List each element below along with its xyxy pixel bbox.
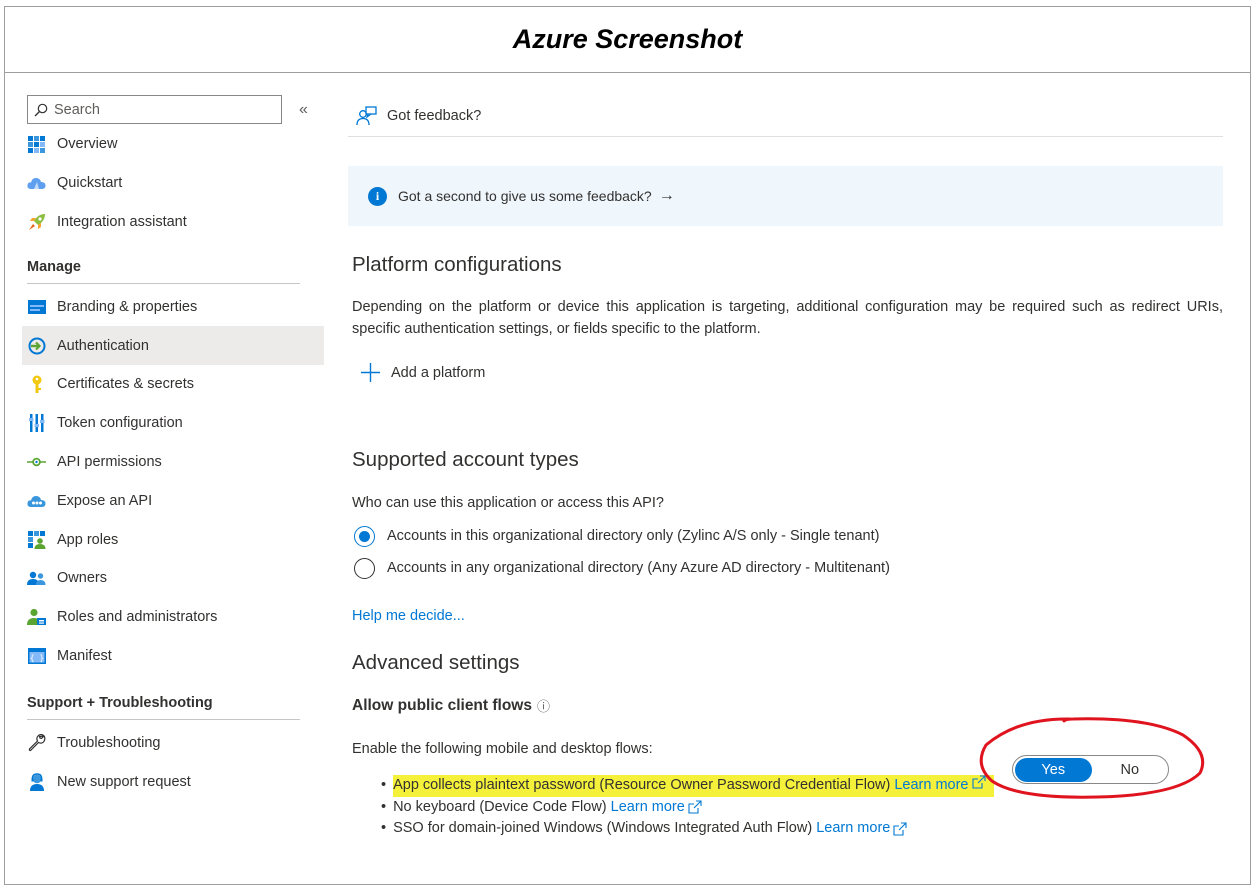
radio-label: Accounts in this organizational director… — [387, 528, 880, 544]
public-client-flows-toggle[interactable]: Yes No — [1012, 755, 1169, 784]
key-icon — [27, 375, 46, 394]
wrench-icon — [27, 733, 46, 752]
public-client-flows-row: Allow public client flows ⓘ — [352, 696, 1223, 715]
sidebar-item-token-configuration[interactable]: Token configuration — [22, 404, 324, 443]
sidebar-item-authentication[interactable]: Authentication — [22, 326, 324, 365]
search-row: Search « — [27, 95, 324, 124]
manifest-icon: { } — [27, 646, 46, 665]
platform-description: Depending on the platform or device this… — [352, 299, 1223, 337]
svg-text:{ }: { } — [29, 653, 43, 662]
cloud-api-icon — [27, 491, 46, 510]
sidebar-item-label: Certificates & secrets — [57, 376, 194, 393]
sidebar-item-label: App roles — [57, 531, 119, 548]
public-client-flows-label: Allow public client flows — [352, 696, 532, 714]
sidebar-item-label: Troubleshooting — [57, 734, 161, 751]
info-icon: i — [368, 186, 387, 206]
external-link-icon — [893, 822, 907, 836]
sidebar-item-new-support-request[interactable]: New support request — [22, 762, 324, 801]
sidebar-item-label: API permissions — [57, 453, 162, 470]
rocket-icon — [27, 212, 46, 231]
help-me-decide-link[interactable]: Help me decide... — [352, 608, 1223, 624]
search-placeholder: Search — [54, 101, 100, 118]
sidebar-item-overview[interactable]: Overview — [22, 125, 324, 164]
learn-more-link[interactable]: Learn more — [611, 797, 685, 819]
advanced-settings-heading: Advanced settings — [352, 651, 520, 674]
sidebar-item-troubleshooting[interactable]: Troubleshooting — [22, 723, 324, 762]
feedback-button[interactable]: Got feedback? — [348, 95, 1223, 137]
sidebar-item-app-roles[interactable]: App roles — [22, 520, 324, 559]
branding-icon — [27, 297, 46, 316]
plus-icon — [361, 363, 380, 382]
sidebar-item-integration-assistant[interactable]: Integration assistant — [22, 203, 324, 242]
platform-heading: Platform configurations — [352, 253, 562, 276]
sidebar-item-api-permissions[interactable]: API permissions — [22, 443, 324, 482]
sidebar-item-label: Integration assistant — [57, 213, 187, 230]
sidebar: Search « Overview Quickstart Integration… — [22, 95, 324, 801]
banner-text: Got a second to give us some feedback? — [398, 188, 652, 204]
sidebar-item-label: Token configuration — [57, 415, 183, 432]
learn-more-link[interactable]: Learn more — [816, 818, 890, 840]
feedback-banner[interactable]: i Got a second to give us some feedback?… — [348, 166, 1223, 226]
token-icon — [27, 414, 46, 433]
radio-single-tenant[interactable]: Accounts in this organizational director… — [352, 520, 1223, 552]
external-link-icon — [688, 800, 702, 814]
feedback-label: Got feedback? — [387, 107, 482, 124]
search-icon — [34, 103, 48, 116]
sidebar-item-label: Branding & properties — [57, 298, 198, 315]
authentication-icon — [27, 336, 46, 355]
cloud-icon — [27, 174, 46, 193]
sidebar-item-manifest[interactable]: { } Manifest — [22, 637, 324, 676]
account-types-question: Who can use this application or access t… — [352, 495, 664, 511]
grid-icon — [27, 135, 46, 154]
roles-icon — [27, 608, 46, 627]
main-content: Got feedback? i Got a second to give us … — [348, 95, 1223, 840]
search-input[interactable]: Search — [27, 95, 282, 124]
sidebar-item-label: New support request — [57, 773, 191, 790]
flow-text: App collects plaintext password (Resourc… — [393, 777, 891, 793]
feedback-icon — [356, 105, 377, 125]
sidebar-item-quickstart[interactable]: Quickstart — [22, 164, 324, 203]
collapse-sidebar-icon[interactable]: « — [299, 101, 308, 119]
sidebar-item-label: Overview — [57, 136, 118, 153]
highlighted-flow: App collects plaintext password (Resourc… — [393, 775, 994, 797]
section-divider — [27, 283, 300, 285]
support-heading: Support + Troubleshooting — [27, 695, 213, 712]
radio-multitenant[interactable]: Accounts in any organizational directory… — [352, 552, 1223, 584]
section-divider — [27, 719, 300, 721]
add-platform-label: Add a platform — [391, 364, 486, 381]
sidebar-item-label: Expose an API — [57, 492, 153, 509]
api-permissions-icon — [27, 452, 46, 471]
sidebar-item-label: Roles and administrators — [57, 609, 218, 626]
support-person-icon — [27, 772, 46, 791]
toggle-no[interactable]: No — [1092, 758, 1169, 782]
sidebar-item-expose-api[interactable]: Expose an API — [22, 481, 324, 520]
owners-icon — [27, 569, 46, 588]
sidebar-item-owners[interactable]: Owners — [22, 559, 324, 598]
sidebar-item-label: Authentication — [57, 337, 149, 354]
add-platform-button[interactable]: Add a platform — [361, 363, 1223, 382]
radio-button-selected[interactable] — [354, 525, 375, 547]
learn-more-link[interactable]: Learn more — [894, 777, 968, 793]
toggle-yes[interactable]: Yes — [1015, 757, 1092, 782]
account-types-heading: Supported account types — [352, 448, 579, 471]
sidebar-item-certificates[interactable]: Certificates & secrets — [22, 365, 324, 404]
info-tooltip-icon[interactable]: ⓘ — [537, 696, 550, 715]
sidebar-item-label: Quickstart — [57, 175, 123, 192]
sidebar-item-label: Owners — [57, 570, 107, 587]
radio-label: Accounts in any organizational directory… — [387, 560, 890, 576]
sidebar-item-label: Manifest — [57, 647, 112, 664]
app-roles-icon — [27, 530, 46, 549]
manage-heading: Manage — [27, 259, 81, 276]
arrow-right-icon: → — [658, 187, 675, 204]
flow-text: SSO for domain-joined Windows (Windows I… — [393, 820, 813, 836]
radio-button[interactable] — [354, 557, 375, 579]
title-bar: Azure Screenshot — [5, 7, 1250, 73]
page-title: Azure Screenshot — [512, 24, 743, 54]
sidebar-item-branding[interactable]: Branding & properties — [22, 287, 324, 326]
flow-text: No keyboard (Device Code Flow) — [393, 798, 607, 815]
list-item: • SSO for domain-joined Windows (Windows… — [348, 818, 1223, 840]
sidebar-item-roles-administrators[interactable]: Roles and administrators — [22, 598, 324, 637]
